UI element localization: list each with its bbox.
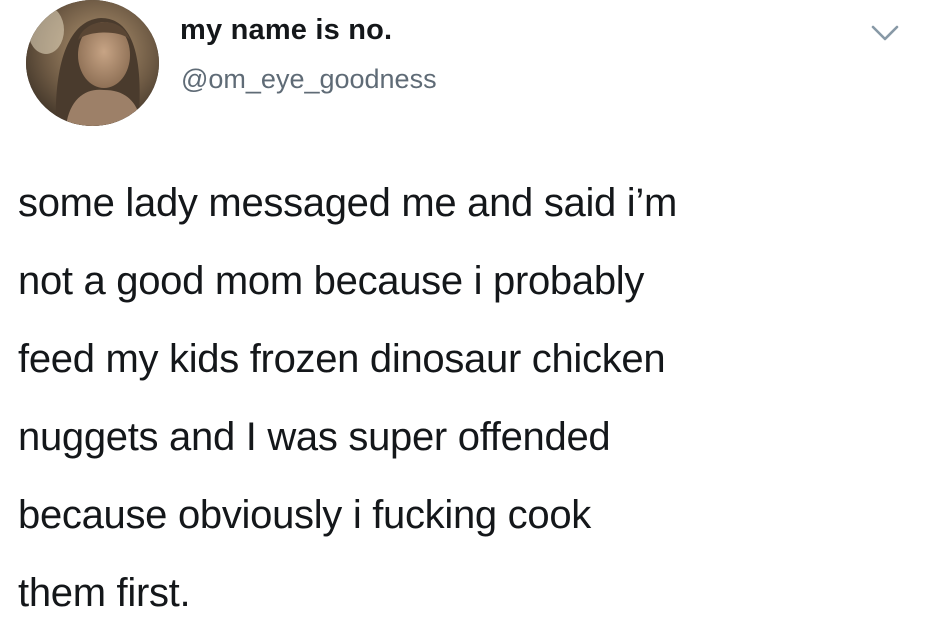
tweet-body-line: some lady messaged me and said i’m	[18, 181, 677, 225]
tweet-body-line: nuggets and I was super offended	[18, 415, 611, 459]
display-name[interactable]: my name is no.	[180, 14, 392, 47]
tweet-card: my name is no. @om_eye_goodness some lad…	[0, 0, 925, 622]
tweet-body-line: not a good mom because i probably	[18, 259, 645, 303]
user-handle[interactable]: @om_eye_goodness	[181, 64, 437, 95]
tweet-body-line: feed my kids frozen dinosaur chicken	[18, 337, 666, 381]
avatar[interactable]	[26, 0, 159, 126]
tweet-body: some lady messaged me and said i’m not a…	[18, 164, 918, 622]
avatar-photo	[26, 0, 159, 126]
chevron-down-icon[interactable]	[868, 20, 902, 46]
tweet-body-line: because obviously i fucking cook	[18, 493, 591, 537]
tweet-body-line: them first.	[18, 571, 191, 615]
